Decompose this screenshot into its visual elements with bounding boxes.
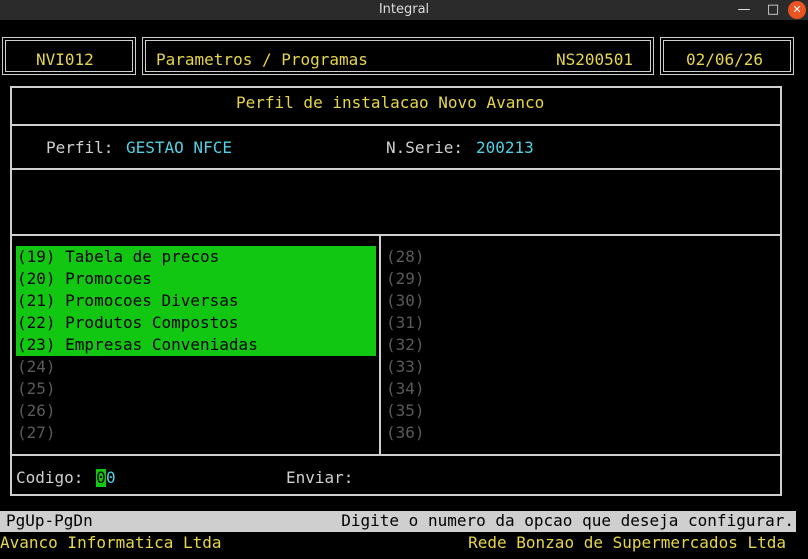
menu-option-27[interactable]: (27) [17, 422, 56, 444]
menu-option-35[interactable]: (35) [386, 400, 425, 422]
divider [10, 454, 782, 456]
footer-client: Rede Bonzao de Supermercados Ltda [468, 533, 786, 552]
window-titlebar: Integral — □ ✕ [0, 0, 808, 20]
menu-option-23[interactable]: (23) Empresas Conveniadas [17, 334, 258, 356]
status-keys: PgUp-PgDn [6, 511, 93, 530]
panel-title: Perfil de instalacao Novo Avanco [236, 93, 545, 112]
enviar-label: Enviar: [286, 468, 354, 487]
perfil-label: Perfil: [46, 138, 114, 157]
menu-option-24[interactable]: (24) [17, 356, 56, 378]
codigo-input-cursor[interactable]: 0 [96, 469, 106, 487]
menu-option-31[interactable]: (31) [386, 312, 425, 334]
minimize-icon[interactable]: — [735, 1, 753, 19]
menu-option-34[interactable]: (34) [386, 378, 425, 400]
perfil-value: GESTAO NFCE [126, 138, 232, 157]
menu-option-30[interactable]: (30) [386, 290, 425, 312]
menu-option-29[interactable]: (29) [386, 268, 425, 290]
menu-column-divider [379, 236, 381, 456]
header-date: 02/06/26 [686, 50, 764, 69]
terminal-screen: NVI012 Parametros / Programas NS200501 0… [0, 20, 808, 559]
status-bar: PgUp-PgDn Digite o numero da opcao que d… [0, 511, 796, 532]
menu-option-32[interactable]: (32) [386, 334, 425, 356]
divider [10, 234, 782, 236]
divider [10, 124, 782, 126]
serie-label: N.Serie: [386, 138, 464, 157]
menu-option-33[interactable]: (33) [386, 356, 425, 378]
menu-option-28[interactable]: (28) [386, 246, 425, 268]
header-serial: NS200501 [556, 50, 634, 69]
footer-company: Avanco Informatica Ltda [0, 533, 222, 552]
serie-value: 200213 [476, 138, 534, 157]
menu-option-21[interactable]: (21) Promocoes Diversas [17, 290, 239, 312]
footer: Avanco Informatica Ltda Rede Bonzao de S… [0, 533, 796, 555]
close-icon[interactable]: ✕ [788, 1, 806, 19]
menu-option-25[interactable]: (25) [17, 378, 56, 400]
menu-option-19[interactable]: (19) Tabela de precos [17, 246, 219, 268]
codigo-input[interactable]: 0 [106, 468, 116, 488]
header-section: Parametros / Programas [156, 50, 368, 69]
divider [10, 168, 782, 170]
maximize-icon[interactable]: □ [764, 1, 782, 19]
menu-option-20[interactable]: (20) Promocoes [17, 268, 152, 290]
menu-option-22[interactable]: (22) Produtos Compostos [17, 312, 239, 334]
codigo-label: Codigo: [16, 468, 84, 487]
window-title: Integral [378, 2, 430, 17]
menu-option-36[interactable]: (36) [386, 422, 425, 444]
header-code: NVI012 [36, 50, 94, 69]
menu-option-26[interactable]: (26) [17, 400, 56, 422]
status-message: Digite o numero da opcao que deseja conf… [341, 511, 794, 530]
